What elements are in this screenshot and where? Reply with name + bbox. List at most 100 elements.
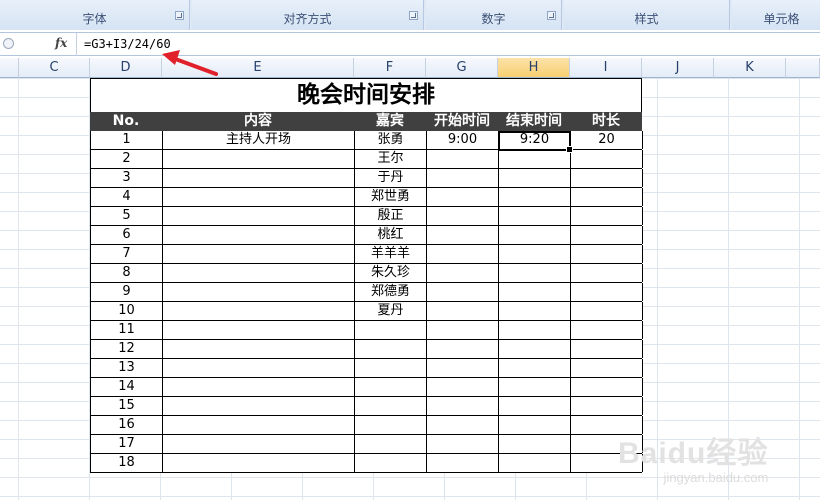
column-header-f[interactable]: F (354, 58, 426, 78)
ribbon-group-cells[interactable]: 单元格 (732, 0, 820, 30)
cell-duration[interactable] (571, 264, 643, 282)
cell-end-time[interactable] (499, 264, 571, 282)
cell-start-time[interactable] (427, 435, 499, 453)
header-content[interactable]: 内容 (162, 112, 354, 131)
cell-content[interactable] (163, 150, 355, 168)
cell-content[interactable] (163, 397, 355, 415)
cell-content[interactable] (163, 207, 355, 225)
header-end-time[interactable]: 结束时间 (498, 112, 570, 131)
dialog-launcher-icon[interactable] (409, 11, 418, 20)
cell-guest[interactable] (355, 359, 427, 377)
cell-duration[interactable]: 20 (571, 131, 643, 149)
cell-no[interactable]: 3 (91, 169, 163, 187)
cell-guest[interactable]: 郑德勇 (355, 283, 427, 301)
column-header-j[interactable]: J (642, 58, 714, 78)
cell-guest[interactable]: 桃红 (355, 226, 427, 244)
cell-start-time[interactable] (427, 283, 499, 301)
cell-content[interactable] (163, 340, 355, 358)
cell-start-time[interactable] (427, 378, 499, 396)
cell-no[interactable]: 18 (91, 454, 163, 472)
cell-no[interactable]: 17 (91, 435, 163, 453)
cell-end-time[interactable] (499, 378, 571, 396)
cell-content[interactable] (163, 188, 355, 206)
cell-start-time[interactable] (427, 188, 499, 206)
ribbon-group-alignment[interactable]: 对齐方式 (192, 0, 424, 30)
cell-content[interactable] (163, 302, 355, 320)
cell-end-time[interactable] (499, 454, 571, 472)
cell-no[interactable]: 1 (91, 131, 163, 149)
cell-guest[interactable] (355, 397, 427, 415)
cell-end-time[interactable] (499, 397, 571, 415)
header-no[interactable]: No. (90, 112, 162, 131)
cell-end-time[interactable] (499, 416, 571, 434)
cell-duration[interactable] (571, 378, 643, 396)
cell-start-time[interactable]: 9:00 (427, 131, 499, 149)
column-header-k[interactable]: K (714, 58, 786, 78)
cell-no[interactable]: 9 (91, 283, 163, 301)
cell-content[interactable] (163, 226, 355, 244)
table-title[interactable]: 晚会时间安排 (90, 78, 642, 112)
cell-start-time[interactable] (427, 302, 499, 320)
ribbon-group-styles[interactable]: 样式 (564, 0, 730, 30)
dialog-launcher-icon[interactable] (175, 11, 184, 20)
cell-no[interactable]: 7 (91, 245, 163, 263)
header-guest[interactable]: 嘉宾 (354, 112, 426, 131)
cell-start-time[interactable] (427, 321, 499, 339)
cell-guest[interactable] (355, 416, 427, 434)
cell-duration[interactable] (571, 207, 643, 225)
cell-start-time[interactable] (427, 340, 499, 358)
cell-guest[interactable]: 殷正 (355, 207, 427, 225)
cell-end-time[interactable] (499, 169, 571, 187)
cell-no[interactable]: 2 (91, 150, 163, 168)
cell-no[interactable]: 6 (91, 226, 163, 244)
cell-guest[interactable] (355, 454, 427, 472)
cell-guest[interactable] (355, 340, 427, 358)
column-header-i[interactable]: I (570, 58, 642, 78)
cell-end-time[interactable] (499, 226, 571, 244)
cell-start-time[interactable] (427, 245, 499, 263)
cell-duration[interactable] (571, 150, 643, 168)
cell-end-time[interactable] (499, 188, 571, 206)
cell-guest[interactable]: 张勇 (355, 131, 427, 149)
cell-content[interactable] (163, 245, 355, 263)
cell-no[interactable]: 14 (91, 378, 163, 396)
cell-end-time[interactable] (499, 302, 571, 320)
cell-start-time[interactable] (427, 226, 499, 244)
column-header-l[interactable] (786, 58, 820, 78)
cell-start-time[interactable] (427, 397, 499, 415)
cell-no[interactable]: 5 (91, 207, 163, 225)
ribbon-group-font[interactable]: 字体 (0, 0, 190, 30)
column-header-h[interactable]: H (498, 58, 570, 78)
cell-no[interactable]: 13 (91, 359, 163, 377)
cell-guest[interactable]: 于丹 (355, 169, 427, 187)
cell-guest[interactable]: 羊羊羊 (355, 245, 427, 263)
cell-content[interactable] (163, 454, 355, 472)
dialog-launcher-icon[interactable] (547, 11, 556, 20)
cell-duration[interactable] (571, 302, 643, 320)
cell-content[interactable] (163, 169, 355, 187)
cell-guest[interactable]: 朱久珍 (355, 264, 427, 282)
cell-no[interactable]: 11 (91, 321, 163, 339)
cell-content[interactable] (163, 321, 355, 339)
cell-end-time[interactable] (499, 283, 571, 301)
cell-end-time[interactable] (499, 340, 571, 358)
cell-end-time[interactable] (499, 435, 571, 453)
cell-start-time[interactable] (427, 416, 499, 434)
cell-start-time[interactable] (427, 264, 499, 282)
ribbon-group-number[interactable]: 数字 (426, 0, 562, 30)
cell-guest[interactable]: 王尔 (355, 150, 427, 168)
cell-no[interactable]: 16 (91, 416, 163, 434)
cell-start-time[interactable] (427, 359, 499, 377)
cell-guest[interactable] (355, 435, 427, 453)
name-box-resize-icon[interactable] (3, 38, 14, 49)
cell-guest[interactable] (355, 378, 427, 396)
cell-duration[interactable] (571, 359, 643, 377)
cell-end-time[interactable] (499, 207, 571, 225)
cell-start-time[interactable] (427, 207, 499, 225)
cell-start-time[interactable] (427, 454, 499, 472)
cell-no[interactable]: 10 (91, 302, 163, 320)
cell-duration[interactable] (571, 321, 643, 339)
cell-duration[interactable] (571, 397, 643, 415)
cell-duration[interactable] (571, 188, 643, 206)
cell-duration[interactable] (571, 226, 643, 244)
